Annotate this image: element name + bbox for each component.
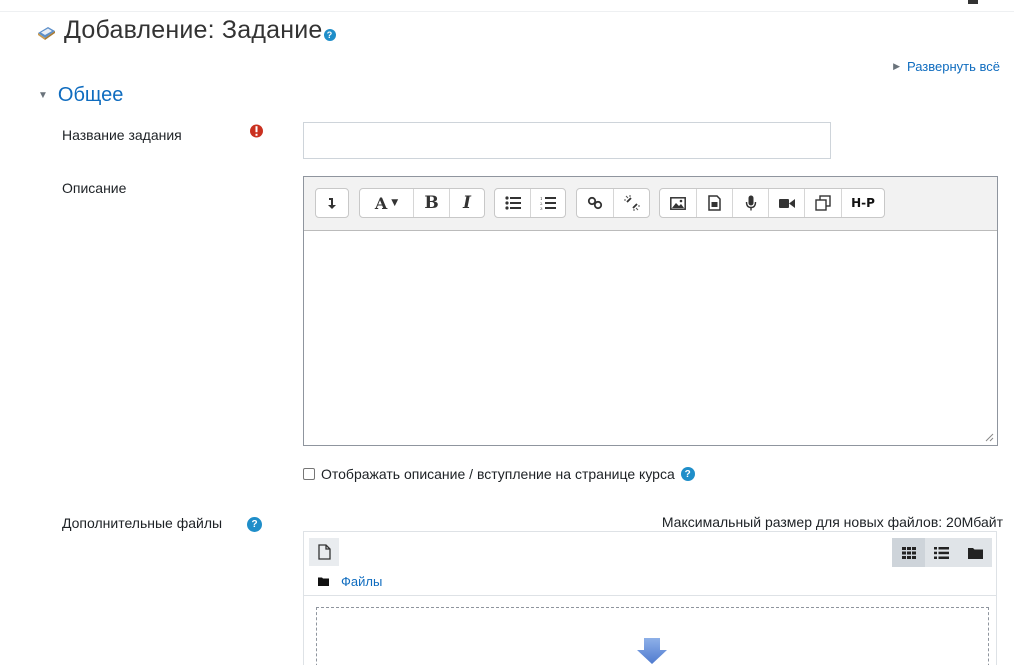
h5p-icon[interactable]: H-P (842, 189, 884, 217)
view-mode-switcher (892, 538, 992, 567)
toolbar-group: 123 (494, 188, 566, 218)
section-general-title: Общее (57, 84, 124, 106)
record-video-icon[interactable] (769, 189, 805, 217)
font-style-icon[interactable]: A ▼ (360, 189, 414, 217)
description-textarea[interactable] (304, 231, 997, 445)
bullet-list-icon[interactable] (495, 189, 531, 217)
section-general-toggle[interactable]: ▼ Общее (38, 84, 123, 107)
file-path-label: Файлы (341, 574, 383, 589)
record-audio-icon[interactable] (733, 189, 769, 217)
show-description-label[interactable]: Отображать описание / вступление на стра… (321, 466, 675, 482)
page-title: Добавление: Задание ? (34, 16, 336, 45)
folder-icon (318, 577, 329, 586)
numbered-list-icon[interactable]: 123 (531, 189, 565, 217)
svg-text:3: 3 (540, 206, 543, 210)
user-menu-edge[interactable] (968, 0, 978, 4)
expand-all-label: Развернуть всё (906, 59, 1000, 74)
additional-files-label: Дополнительные файлы (62, 515, 223, 531)
collapse-icon[interactable] (316, 189, 348, 217)
help-icon[interactable]: ? (247, 517, 262, 532)
header-strip (0, 0, 1014, 12)
max-file-size-text: Максимальный размер для новых файлов: 20… (661, 514, 1003, 530)
file-path-breadcrumb[interactable]: Файлы (304, 568, 996, 596)
toolbar-group (315, 188, 349, 218)
bold-icon[interactable]: B (414, 189, 450, 217)
toolbar-group: A ▼ B I (359, 188, 485, 218)
add-file-button[interactable] (309, 538, 339, 566)
assignment-name-label: Название задания (62, 127, 182, 143)
editor-toolbar: A ▼ B I 123 H-P (304, 177, 997, 231)
resize-grip-icon[interactable] (984, 432, 994, 442)
caret-down-icon: ▼ (38, 90, 48, 101)
view-list-button[interactable] (925, 538, 958, 567)
help-icon[interactable]: ? (680, 467, 695, 481)
file-manager-toolbar (304, 532, 996, 568)
caret-right-icon: ▶ (893, 61, 900, 71)
assignment-icon (38, 26, 55, 40)
image-icon[interactable] (660, 189, 697, 217)
page-title-text: Добавление: Задание (64, 16, 323, 44)
file-icon (317, 544, 331, 560)
grid-icon (901, 546, 916, 559)
view-tree-button[interactable] (959, 538, 992, 567)
unlink-icon[interactable] (614, 189, 649, 217)
assignment-name-input[interactable] (303, 122, 831, 159)
toolbar-group: H-P (659, 188, 885, 218)
show-description-row: Отображать описание / вступление на стра… (303, 466, 695, 482)
file-drop-zone[interactable] (316, 607, 989, 665)
media-icon[interactable] (697, 189, 733, 217)
italic-icon[interactable]: I (450, 189, 484, 217)
file-manager: Файлы (303, 531, 997, 665)
link-icon[interactable] (577, 189, 614, 217)
help-icon[interactable]: ? (323, 28, 336, 41)
description-label: Описание (62, 180, 127, 196)
description-editor: A ▼ B I 123 H-P (303, 176, 998, 446)
show-description-checkbox[interactable] (303, 468, 315, 480)
manage-files-icon[interactable] (805, 189, 842, 217)
view-icons-button[interactable] (892, 538, 926, 567)
expand-all-link[interactable]: ▶ Развернуть всё (893, 59, 1000, 74)
drop-arrow-icon (637, 638, 667, 664)
required-icon (250, 124, 263, 138)
list-icon (934, 546, 950, 559)
toolbar-group (576, 188, 650, 218)
folder-icon (967, 547, 983, 559)
